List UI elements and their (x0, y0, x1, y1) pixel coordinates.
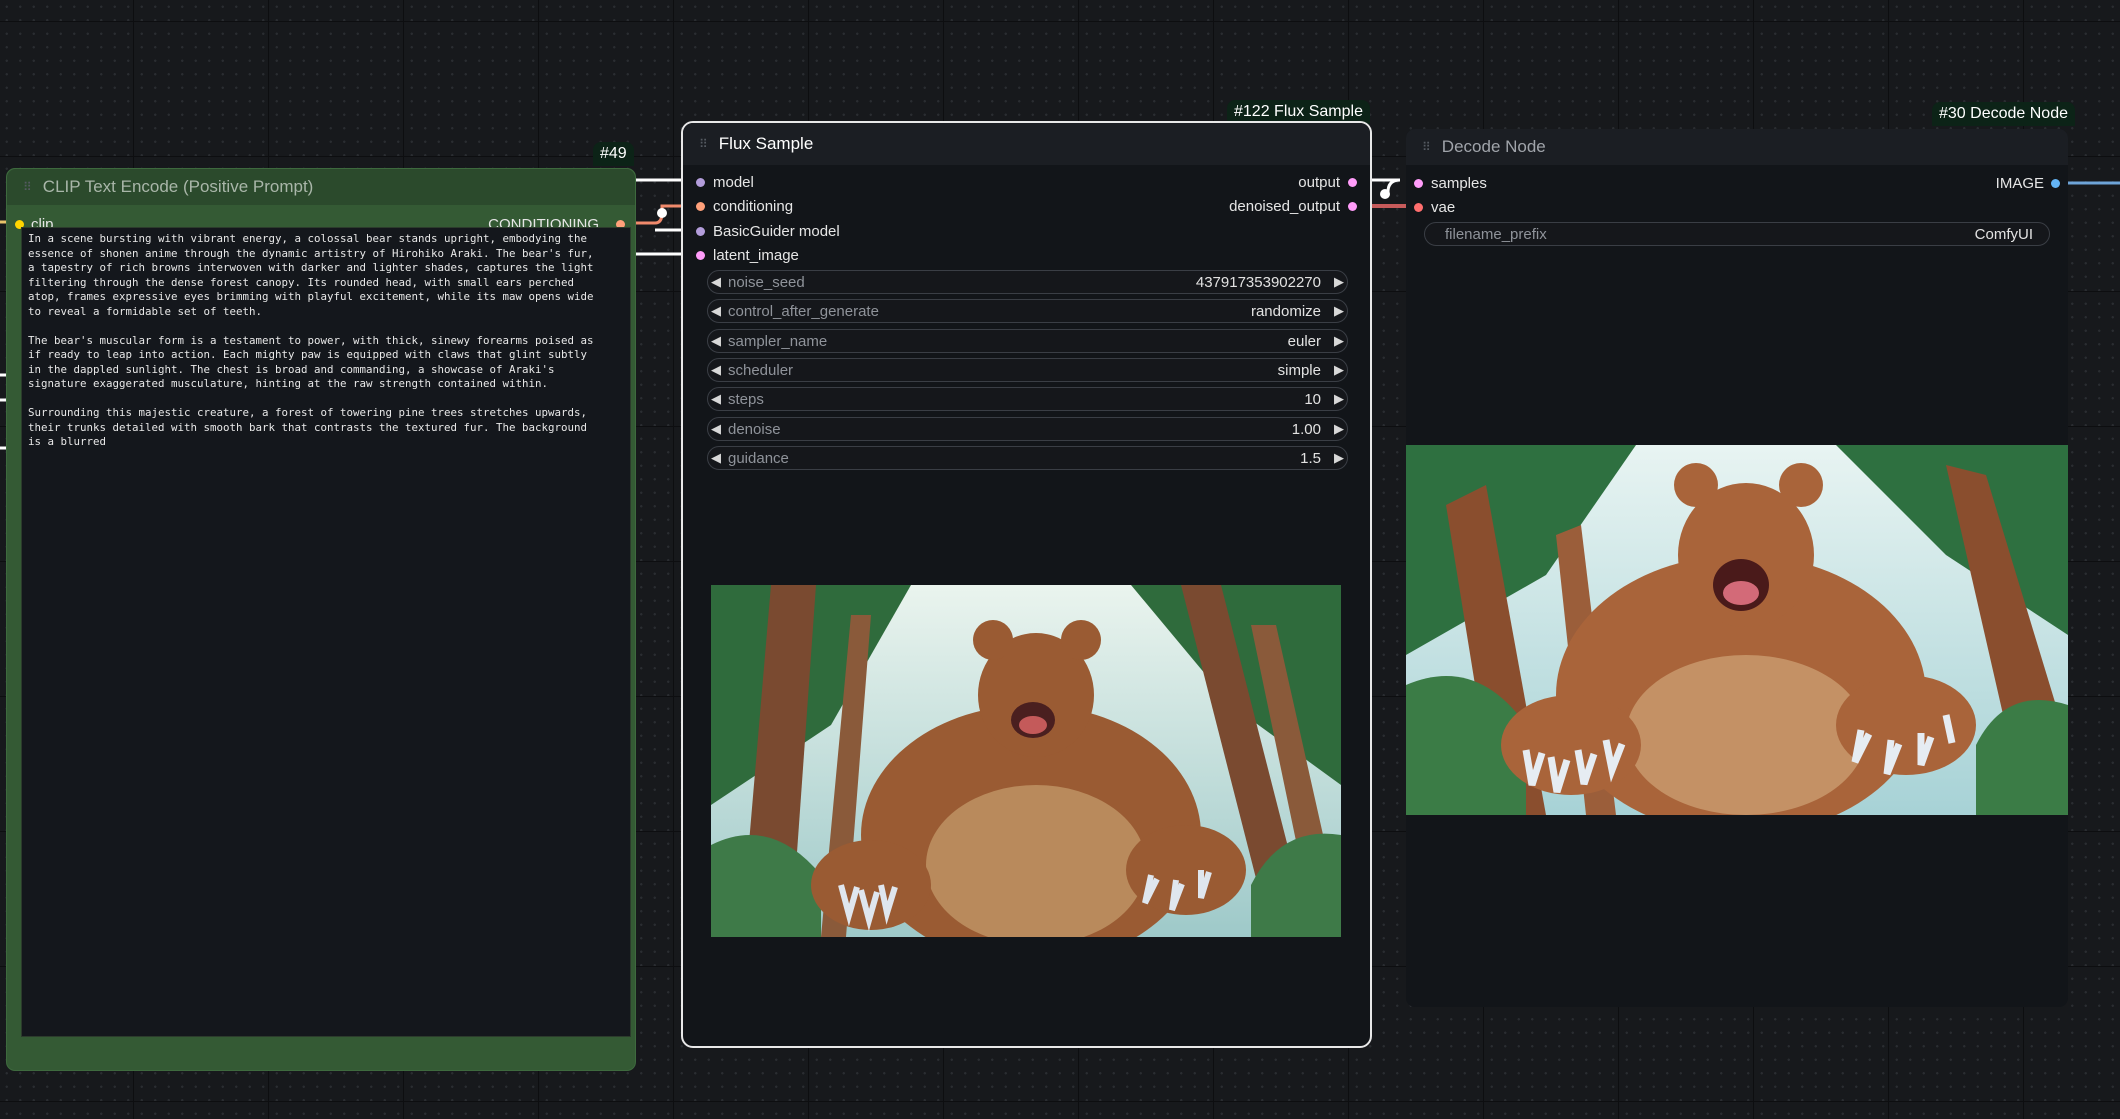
control-after-generate-widget[interactable]: ◀ control_after_generate randomize ▶ (707, 299, 1348, 323)
guider-model-input-dot[interactable] (696, 227, 705, 236)
clip-node-title: CLIP Text Encode (Positive Prompt) (42, 177, 314, 196)
denoise-value: 1.00 (1291, 420, 1321, 438)
conditioning-input-label: conditioning (713, 198, 794, 215)
denoised-output-dot[interactable] (1348, 202, 1357, 211)
output-dot[interactable] (1348, 178, 1357, 187)
noise-seed-value: 437917353902270 (1195, 273, 1321, 291)
steps-value: 10 (1304, 390, 1321, 408)
denoised-output-label: denoised_output (1229, 198, 1340, 215)
decode-node-id-badge: #30 Decode Node (1932, 102, 2075, 126)
arrow-left-icon[interactable]: ◀ (708, 421, 724, 437)
flux-node-title: Flux Sample (718, 134, 814, 153)
drag-grip-icon[interactable]: ⠿ (699, 137, 708, 151)
image-output-label: IMAGE (1995, 175, 2044, 192)
control-after-generate-value: randomize (1250, 302, 1321, 320)
arrow-left-icon[interactable]: ◀ (708, 303, 724, 319)
prompt-textarea[interactable]: In a scene bursting with vibrant energy,… (21, 227, 631, 1037)
vae-input-label: vae (1431, 199, 1456, 216)
sampler-name-widget[interactable]: ◀ sampler_name euler ▶ (707, 329, 1348, 353)
arrow-right-icon[interactable]: ▶ (1331, 391, 1347, 407)
clip-node-title-bar[interactable]: ⠿ CLIP Text Encode (Positive Prompt) (7, 169, 635, 205)
sampler-name-label: sampler_name (728, 332, 828, 350)
arrow-left-icon[interactable]: ◀ (708, 450, 724, 466)
flux-node-title-bar[interactable]: ⠿ Flux Sample (683, 123, 1370, 165)
arrow-right-icon[interactable]: ▶ (1331, 362, 1347, 378)
samples-input-dot[interactable] (1414, 179, 1423, 188)
decode-node-title-bar[interactable]: ⠿ Decode Node (1406, 129, 2068, 165)
control-after-generate-label: control_after_generate (728, 302, 879, 320)
arrow-left-icon[interactable]: ◀ (708, 333, 724, 349)
filename-prefix-widget[interactable]: filename_prefix ComfyUI (1424, 222, 2050, 246)
vae-input-dot[interactable] (1414, 203, 1423, 212)
drag-grip-icon[interactable]: ⠿ (1422, 140, 1431, 154)
arrow-right-icon[interactable]: ▶ (1331, 421, 1347, 437)
denoise-label: denoise (728, 420, 781, 438)
scheduler-widget[interactable]: ◀ scheduler simple ▶ (707, 358, 1348, 382)
arrow-right-icon[interactable]: ▶ (1331, 450, 1347, 466)
scheduler-label: scheduler (728, 361, 794, 379)
flux-sample-node[interactable]: ⠿ Flux Sample model conditioning BasicGu… (681, 121, 1372, 1048)
clip-node-id-badge: #49 (593, 142, 634, 166)
guidance-widget[interactable]: ◀ guidance 1.5 ▶ (707, 446, 1348, 470)
bear-preview-illustration (711, 585, 1341, 937)
preview-image[interactable] (711, 585, 1341, 937)
scheduler-value: simple (1277, 361, 1321, 379)
image-output-dot[interactable] (2051, 179, 2060, 188)
sampler-name-value: euler (1287, 332, 1321, 350)
decode-node-title: Decode Node (1441, 137, 1546, 156)
arrow-left-icon[interactable]: ◀ (708, 391, 724, 407)
decode-node[interactable]: ⠿ Decode Node samples vae IMAGE filename… (1406, 129, 2068, 1007)
model-input-label: model (713, 174, 754, 191)
noise-seed-widget[interactable]: ◀ noise_seed 437917353902270 ▶ (707, 270, 1348, 294)
samples-input-label: samples (1431, 175, 1487, 192)
output-label: output (1298, 174, 1340, 191)
latent-image-input-label: latent_image (713, 247, 799, 264)
filename-prefix-value: ComfyUI (1974, 225, 2033, 243)
clip-text-encode-node[interactable]: ⠿ CLIP Text Encode (Positive Prompt) cli… (6, 168, 636, 1071)
drag-grip-icon[interactable]: ⠿ (23, 180, 32, 194)
bear-decoded-illustration (1406, 445, 2068, 815)
latent-image-input-dot[interactable] (696, 251, 705, 260)
arrow-right-icon[interactable]: ▶ (1331, 274, 1347, 290)
decoded-image[interactable] (1406, 445, 2068, 815)
guider-model-input-label: BasicGuider model (713, 223, 840, 240)
arrow-left-icon[interactable]: ◀ (708, 274, 724, 290)
guidance-value: 1.5 (1300, 449, 1321, 467)
steps-label: steps (728, 390, 764, 408)
arrow-right-icon[interactable]: ▶ (1331, 303, 1347, 319)
guidance-label: guidance (728, 449, 789, 467)
arrow-right-icon[interactable]: ▶ (1331, 333, 1347, 349)
conditioning-input-dot[interactable] (696, 202, 705, 211)
steps-widget[interactable]: ◀ steps 10 ▶ (707, 387, 1348, 411)
filename-prefix-label: filename_prefix (1445, 225, 1547, 243)
noise-seed-label: noise_seed (728, 273, 805, 291)
denoise-widget[interactable]: ◀ denoise 1.00 ▶ (707, 417, 1348, 441)
model-input-dot[interactable] (696, 178, 705, 187)
arrow-left-icon[interactable]: ◀ (708, 362, 724, 378)
